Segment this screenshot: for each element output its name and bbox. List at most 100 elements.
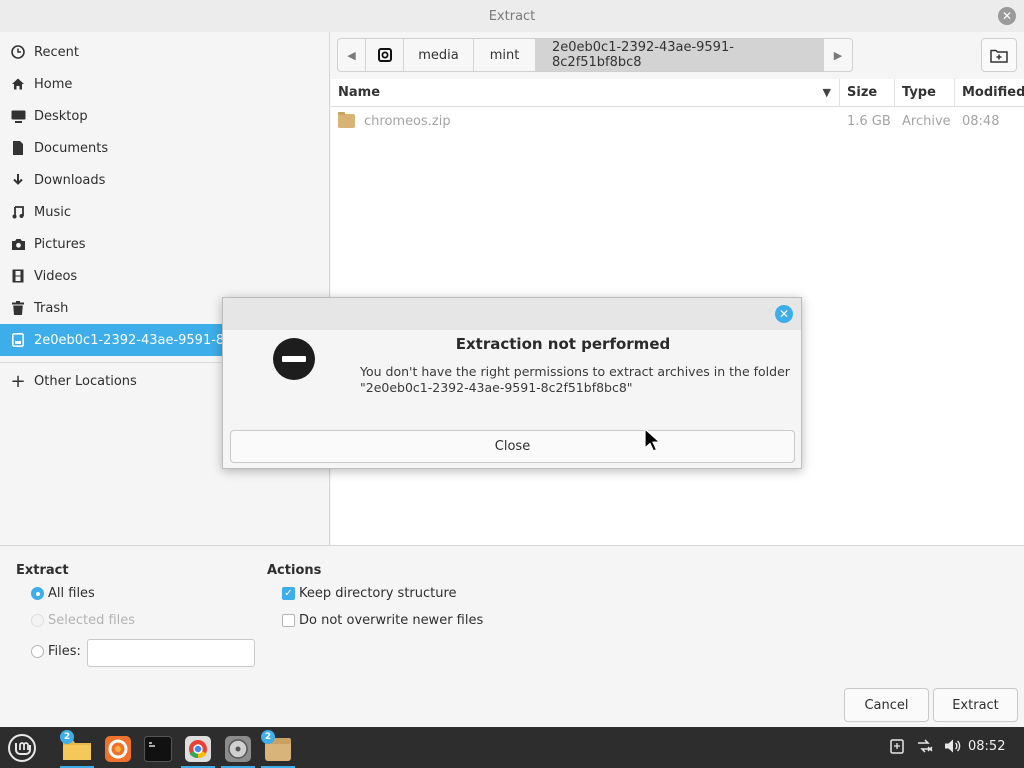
taskbar-archive-manager-app[interactable]: 2: [259, 730, 297, 768]
window-titlebar[interactable]: Extract ✕: [0, 0, 1024, 32]
path-root-button[interactable]: [366, 39, 404, 71]
dialog-message: You don't have the right permissions to …: [360, 364, 790, 396]
extract-options: Extract All files Selected files Files: …: [0, 545, 1024, 727]
dialog-close-button[interactable]: Close: [230, 430, 795, 463]
disk-utility-icon: [225, 736, 251, 762]
all-files-label: All files: [48, 586, 95, 601]
archive-icon: [338, 112, 355, 128]
chevron-left-icon: ◀: [347, 48, 356, 62]
sidebar-item-videos[interactable]: Videos: [0, 260, 329, 292]
window-title: Extract: [488, 8, 536, 24]
file-name-cell: chromeos.zip: [331, 107, 840, 135]
sidebar-item-home[interactable]: Home: [0, 68, 329, 100]
dialog-close-icon[interactable]: ✕: [775, 305, 793, 323]
files-pattern-input[interactable]: [87, 639, 255, 667]
sidebar-item-label: Recent: [34, 44, 79, 60]
mint-logo-icon: [8, 734, 36, 762]
archive-window-count-badge: 2: [261, 730, 275, 744]
mouse-pointer-icon: [644, 428, 662, 452]
taskbar-chrome-app[interactable]: [179, 730, 217, 768]
files-window-count-badge: 2: [60, 730, 74, 744]
trash-icon: [10, 300, 26, 316]
table-row[interactable]: chromeos.zip 1.6 GB Archive 08:48: [331, 107, 1024, 135]
taskbar-files-app[interactable]: 2: [58, 730, 96, 768]
no-overwrite-label: Do not overwrite newer files: [299, 613, 484, 628]
dialog-titlebar[interactable]: ✕: [223, 298, 801, 330]
firefox-icon: [105, 736, 131, 762]
all-files-radio[interactable]: All files: [31, 586, 95, 601]
file-name: chromeos.zip: [364, 113, 451, 129]
column-name[interactable]: Name ▼: [331, 79, 840, 106]
sidebar-item-documents[interactable]: Documents: [0, 132, 329, 164]
new-folder-icon: [990, 49, 1008, 63]
error-dialog: ✕ Extraction not performed You don't hav…: [222, 297, 802, 469]
checkmark-icon: ✓: [282, 587, 295, 600]
extract-button[interactable]: Extract: [933, 688, 1018, 722]
file-list-header: Name ▼ Size Type Modified: [331, 79, 1024, 107]
column-size[interactable]: Size: [840, 79, 895, 106]
system-tray: [890, 727, 972, 768]
cancel-button[interactable]: Cancel: [844, 688, 929, 722]
music-icon: [10, 204, 26, 220]
extract-heading: Extract: [16, 563, 69, 578]
chrome-icon: [185, 736, 211, 762]
error-stop-icon: [273, 338, 315, 380]
taskbar-firefox-app[interactable]: [99, 730, 137, 768]
actions-heading: Actions: [267, 563, 322, 578]
selected-files-label: Selected files: [48, 613, 136, 628]
files-radio[interactable]: Files:: [31, 644, 81, 659]
taskbar: 2 2 08:52: [0, 727, 1024, 768]
column-modified[interactable]: Modified: [955, 79, 1024, 106]
plus-icon: +: [10, 370, 26, 392]
sidebar-item-label: Pictures: [34, 236, 86, 252]
sidebar-item-label: Downloads: [34, 172, 106, 188]
clock[interactable]: 08:52: [968, 739, 1005, 754]
clock-icon: [10, 44, 26, 60]
home-icon: [10, 76, 26, 92]
selected-files-radio[interactable]: Selected files: [31, 613, 135, 628]
dialog-message-line: You don't have the right permissions to …: [360, 364, 790, 379]
file-modified: 08:48: [962, 113, 1000, 129]
path-crumb-mint[interactable]: mint: [474, 39, 536, 71]
desktop-icon: [10, 108, 26, 124]
taskbar-disks-app[interactable]: [219, 730, 257, 768]
sidebar-item-label: Desktop: [34, 108, 88, 124]
column-name-label: Name: [338, 85, 381, 100]
film-icon: [10, 268, 26, 284]
mint-menu-button[interactable]: [6, 732, 38, 764]
sidebar-item-downloads[interactable]: Downloads: [0, 164, 329, 196]
clipboard-tray-icon[interactable]: [890, 738, 904, 758]
sidebar-item-music[interactable]: Music: [0, 196, 329, 228]
sidebar-item-label: Trash: [34, 300, 69, 316]
radio-indicator: [31, 645, 44, 658]
sidebar-item-pictures[interactable]: Pictures: [0, 228, 329, 260]
keep-structure-label: Keep directory structure: [299, 586, 457, 601]
path-crumb-current[interactable]: 2e0eb0c1-2392-43ae-9591-8c2f51bf8bc8: [536, 39, 824, 71]
chevron-right-icon: ▶: [833, 48, 843, 62]
file-type: Archive: [902, 113, 951, 129]
no-overwrite-checkbox[interactable]: Do not overwrite newer files: [282, 613, 483, 628]
path-crumb-media[interactable]: media: [404, 39, 474, 71]
sort-down-icon: ▼: [822, 86, 831, 99]
window-close-button[interactable]: ✕: [998, 7, 1016, 25]
sidebar-item-recent[interactable]: Recent: [0, 36, 329, 68]
volume-icon[interactable]: [944, 738, 962, 758]
network-disconnected-icon[interactable]: [916, 738, 934, 758]
document-icon: [10, 140, 26, 156]
terminal-icon: [144, 736, 172, 762]
drive-icon: [10, 332, 26, 348]
path-forward-button[interactable]: ▶: [824, 39, 852, 71]
dialog-message-line: "2e0eb0c1-2392-43ae-9591-8c2f51bf8bc8": [360, 380, 633, 395]
column-type[interactable]: Type: [895, 79, 955, 106]
sidebar-item-label: 2e0eb0c1-2392-43ae-9591-8c2: [34, 332, 240, 348]
sidebar-item-label: Home: [34, 76, 73, 92]
taskbar-terminal-app[interactable]: [139, 730, 177, 768]
sidebar-item-desktop[interactable]: Desktop: [0, 100, 329, 132]
sidebar-item-label: Other Locations: [34, 373, 137, 389]
path-back-button[interactable]: ◀: [338, 39, 366, 71]
files-label: Files:: [48, 644, 81, 659]
drive-root-icon: [377, 48, 392, 62]
new-folder-button[interactable]: [981, 38, 1017, 72]
sidebar-item-label: Documents: [34, 140, 109, 156]
keep-structure-checkbox[interactable]: ✓ Keep directory structure: [282, 586, 457, 601]
